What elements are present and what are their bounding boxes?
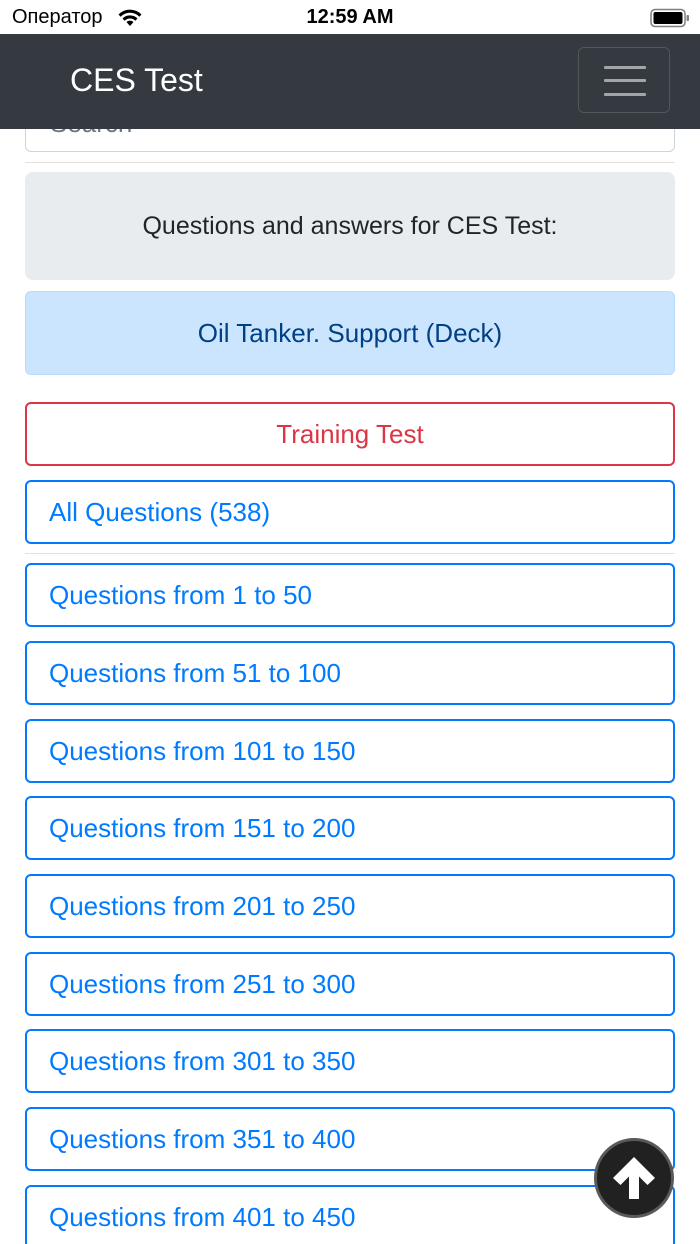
arrow-up-icon [613,1157,655,1199]
brand-title[interactable]: CES Test [70,62,203,99]
battery-icon [650,8,689,28]
training-test-button[interactable]: Training Test [25,402,675,466]
range-button-6[interactable]: Questions from 251 to 300 [25,952,675,1016]
range-button-3[interactable]: Questions from 101 to 150 [25,719,675,783]
scroll-to-top-button[interactable] [594,1138,674,1218]
status-time: 12:59 AM [306,6,394,28]
category-alert: Oil Tanker. Support (Deck) [25,291,675,375]
range-button-9[interactable]: Questions from 401 to 450 [25,1185,675,1244]
app-screen: Оператор 12:59 AM CES Test Questions and… [0,0,700,1244]
page-heading: Questions and answers for CES Test: [25,172,675,280]
hamburger-line [604,93,646,96]
range-button-4[interactable]: Questions from 151 to 200 [25,796,675,860]
all-questions-button[interactable]: All Questions (538) [25,480,675,544]
range-button-5[interactable]: Questions from 201 to 250 [25,874,675,938]
range-button-1[interactable]: Questions from 1 to 50 [25,563,675,627]
range-button-8[interactable]: Questions from 351 to 400 [25,1107,675,1171]
divider [25,553,675,554]
range-button-2[interactable]: Questions from 51 to 100 [25,641,675,705]
divider [25,162,675,163]
navbar-toggler-button[interactable] [578,47,670,113]
status-bar: Оператор 12:59 AM [0,0,700,34]
navbar: CES Test [0,34,700,129]
range-button-7[interactable]: Questions from 301 to 350 [25,1029,675,1093]
hamburger-menu-icon [604,66,646,69]
hamburger-line [604,79,646,82]
